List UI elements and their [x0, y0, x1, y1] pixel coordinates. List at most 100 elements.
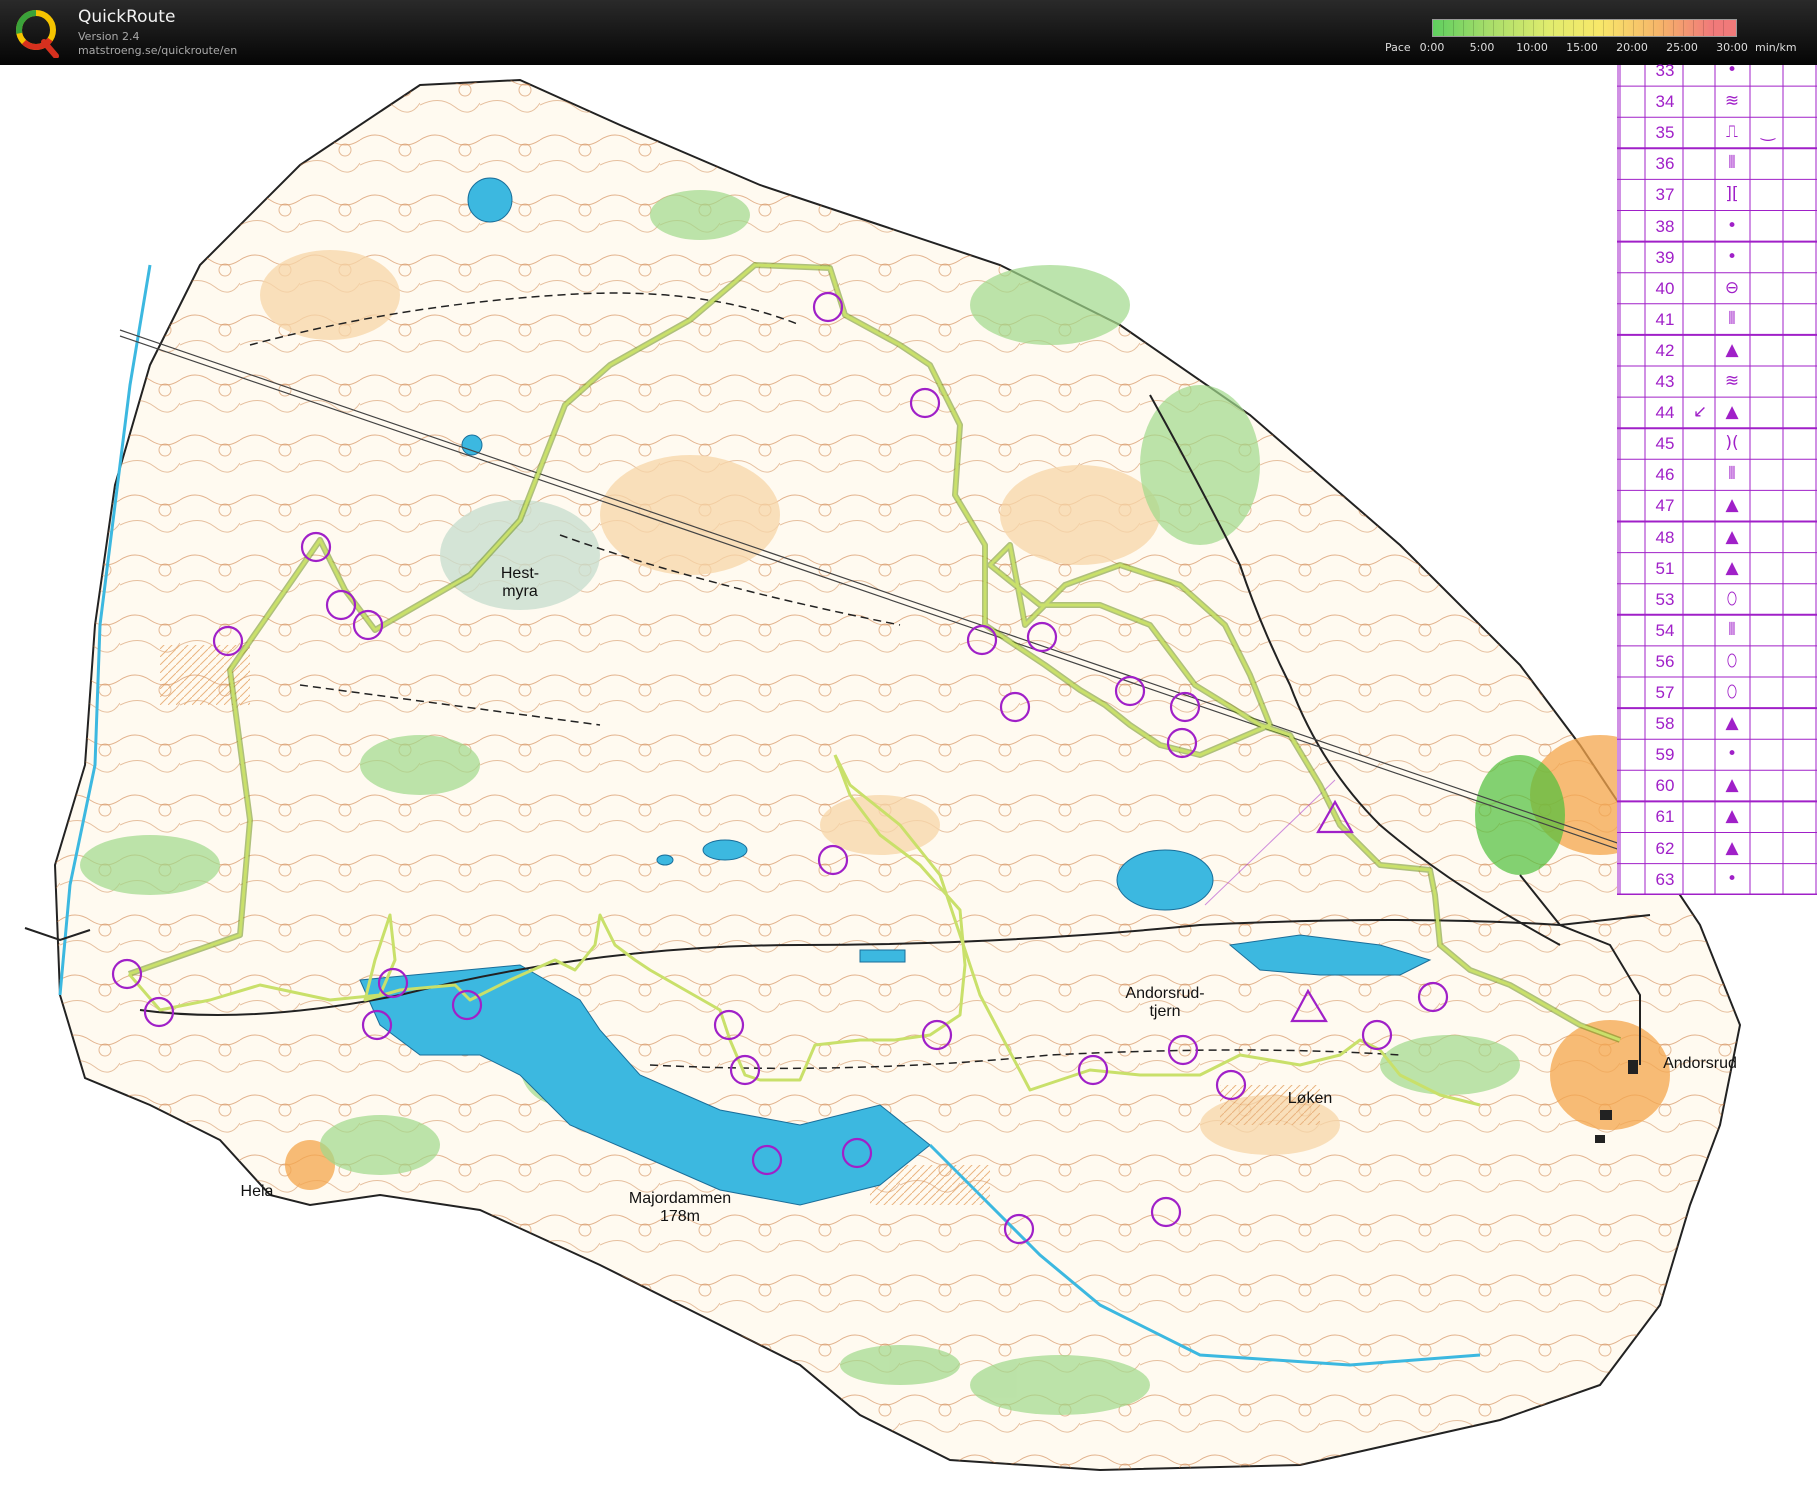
control-feature-symbol-icon: ▲	[1725, 775, 1739, 796]
pace-bar-segment	[1553, 20, 1554, 36]
pace-bar-segment	[1483, 20, 1484, 36]
pace-bar-segment	[1613, 20, 1614, 36]
pace-bar-segment	[1703, 20, 1704, 36]
control-number: 51	[1655, 558, 1675, 578]
control-number: 54	[1655, 620, 1675, 640]
control-feature-symbol-icon: ⫴	[1728, 308, 1736, 329]
control-feature-symbol-icon: ▲	[1725, 495, 1739, 516]
control-number: 39	[1655, 247, 1675, 267]
control-feature-symbol-icon: ▲	[1725, 837, 1739, 858]
control-description-row: 62 ▲	[1617, 833, 1817, 864]
label-loken: Løken	[1287, 1090, 1333, 1107]
lake-andorsrudtjern	[1116, 849, 1214, 911]
control-description-row: 48 ▲	[1617, 522, 1817, 553]
control-number: 38	[1655, 216, 1675, 236]
control-feature-symbol-icon: ≋	[1724, 91, 1740, 112]
control-description-row: 46 ⫴	[1617, 459, 1817, 490]
pace-bar-segment	[1623, 20, 1624, 36]
control-feature-symbol-icon: ⎍	[1726, 122, 1738, 143]
control-feature-symbol-icon: ⊖	[1724, 277, 1740, 298]
pace-bar-segment	[1563, 20, 1564, 36]
control-number: 62	[1655, 838, 1675, 858]
control-feature-symbol-icon: ⬯	[1726, 650, 1738, 671]
control-number: 43	[1655, 372, 1675, 391]
control-feature-symbol-icon: ▲	[1725, 806, 1739, 827]
quickroute-logo-icon	[16, 10, 59, 58]
control-feature-symbol-icon: ▲	[1725, 557, 1739, 578]
pace-bar-segment	[1663, 20, 1664, 36]
control-appearance-icon: ‿	[1761, 122, 1775, 143]
pond-small	[656, 854, 674, 866]
label-heia: Heia	[240, 1183, 274, 1200]
app-url: matstroeng.se/quickroute/en	[78, 44, 238, 57]
orienteering-map[interactable]	[0, 65, 1817, 1485]
pace-bar-segment	[1493, 20, 1494, 36]
control-feature-symbol-icon: •	[1726, 60, 1738, 80]
control-number: 41	[1655, 309, 1675, 329]
pace-bar-segment	[1523, 20, 1524, 36]
pace-tick: 15:00	[1566, 41, 1598, 54]
pace-tick: 5:00	[1469, 41, 1495, 54]
control-description-row: 57 ⬯	[1617, 677, 1817, 708]
control-number: 36	[1655, 154, 1675, 174]
title-bar: QuickRoute Version 2.4 matstroeng.se/qui…	[0, 0, 1817, 65]
pace-bar-segment	[1533, 20, 1534, 36]
control-feature-symbol-icon: •	[1726, 744, 1738, 765]
pace-bar-segment	[1463, 20, 1464, 36]
control-number: 61	[1655, 807, 1675, 827]
control-description-row: 33 •	[1617, 55, 1817, 86]
control-feature-symbol-icon: ⫴	[1728, 464, 1736, 485]
label-andorsrudtjern: Andorsrud- tjern	[1125, 985, 1205, 1020]
pace-bar-segment	[1593, 20, 1594, 36]
pace-bar-segment	[1503, 20, 1504, 36]
control-feature-symbol-icon: ≋	[1724, 371, 1740, 391]
control-description-row: 53 ⬯	[1617, 584, 1817, 615]
pace-bar-segment	[1443, 20, 1444, 36]
control-description-row: 37 ][	[1617, 179, 1817, 210]
control-feature-symbol-icon: ⫴	[1728, 619, 1736, 640]
control-number: 35	[1655, 123, 1675, 143]
control-number: 59	[1655, 745, 1675, 765]
control-feature-symbol-icon: ▲	[1725, 713, 1739, 734]
control-description-row: 44 ▲ ↙	[1617, 397, 1817, 428]
control-number: 34	[1655, 92, 1675, 112]
control-description-row: 59 •	[1617, 739, 1817, 770]
control-number: 60	[1655, 776, 1675, 796]
control-description-row: 34 ≋	[1617, 86, 1817, 117]
control-description-row: 45)(	[1617, 428, 1817, 459]
control-description-row: 40 ⊖	[1617, 273, 1817, 304]
label-majordammen: Majordammen 178m	[628, 1190, 732, 1225]
control-feature-symbol-icon: ][	[1725, 184, 1739, 205]
control-description-row: 43 ≋	[1617, 366, 1817, 397]
control-which-feature-icon: ↙	[1692, 402, 1708, 423]
pace-tick: 30:00	[1716, 41, 1748, 54]
control-description-row: 39 •	[1617, 242, 1817, 273]
control-number: 56	[1655, 651, 1675, 671]
control-feature-symbol-icon: •	[1726, 246, 1738, 267]
pace-bar-segment	[1513, 20, 1514, 36]
control-number: 48	[1655, 527, 1675, 547]
control-feature-symbol-icon: ⬯	[1726, 588, 1738, 609]
pace-bar-segment	[1543, 20, 1544, 36]
label-andorsrud: Andorsrud	[1663, 1055, 1737, 1072]
control-number: 46	[1655, 465, 1675, 485]
control-description-row: 61 ▲	[1617, 801, 1817, 832]
control-number: 47	[1655, 496, 1675, 516]
control-description-sheet: 33 • 34 ≋ 35 ⎍ ‿ 36 ⫴ 37][38 • 39 • 40 ⊖ 41 ⫴ 42 ▲ 43 ≋ 44 ▲ ↙ 4…	[1617, 60, 1817, 895]
control-feature-symbol-icon: ⫴	[1728, 153, 1736, 174]
pace-bar-segment	[1643, 20, 1644, 36]
pond-rect	[859, 949, 906, 963]
control-number: 42	[1655, 340, 1675, 360]
pace-color-bar	[1432, 19, 1737, 37]
pond-north	[467, 177, 513, 223]
control-feature-symbol-icon: )(	[1725, 433, 1739, 454]
pace-bar-segment	[1573, 20, 1574, 36]
control-number: 37	[1655, 185, 1675, 205]
control-feature-symbol-icon: ▲	[1725, 526, 1739, 547]
pace-bar-segment	[1473, 20, 1474, 36]
control-number: 58	[1655, 714, 1675, 734]
pace-tick: 25:00	[1666, 41, 1698, 54]
pace-tick: 20:00	[1616, 41, 1648, 54]
control-description-row: 58 ▲	[1617, 708, 1817, 739]
control-number: 33	[1655, 61, 1675, 80]
